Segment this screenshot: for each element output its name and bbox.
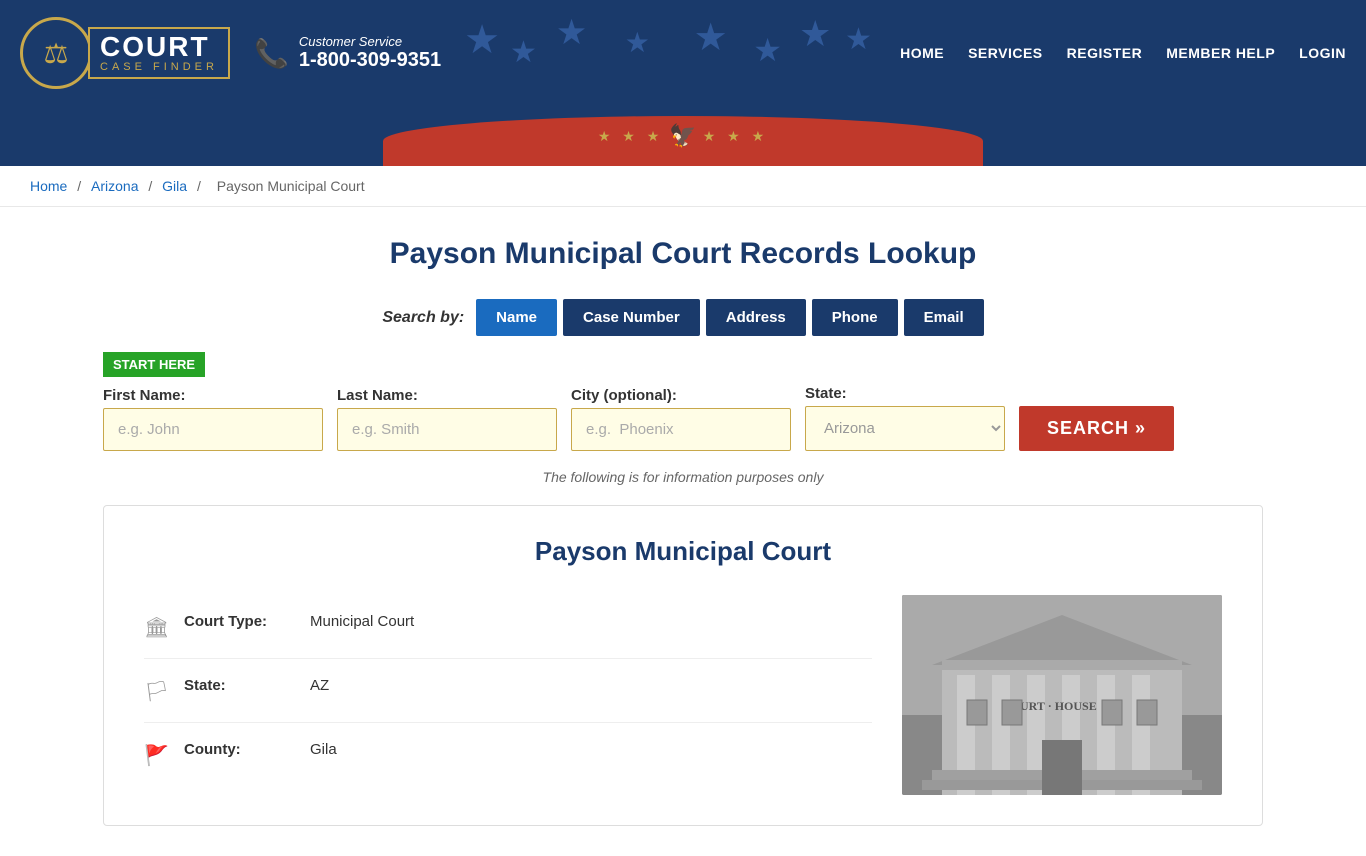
detail-row-county: 🚩 County: Gila: [144, 723, 872, 786]
cs-label: Customer Service: [299, 34, 441, 49]
court-info-body: 🏛 Court Type: Municipal Court 🏳 State: A…: [144, 595, 1222, 795]
header-decoration: ★ ★ ★ ★ ★ ★ ★ ★: [441, 8, 900, 98]
cs-phone-number[interactable]: 1-800-309-9351: [299, 49, 441, 72]
court-info-section: Payson Municipal Court 🏛 Court Type: Mun…: [103, 505, 1263, 826]
first-name-group: First Name:: [103, 387, 323, 451]
state-group: State: Alabama Alaska Arizona Arkansas C…: [805, 385, 1005, 451]
detail-row-state: 🏳 State: AZ: [144, 659, 872, 723]
breadcrumb-current: Payson Municipal Court: [217, 178, 365, 194]
logo[interactable]: ⚖ COURT CASE FINDER: [20, 17, 230, 89]
county-label: County:: [184, 741, 294, 758]
city-label: City (optional):: [571, 387, 791, 404]
star-decoration: ★: [556, 13, 587, 53]
nav-member-help[interactable]: MEMBER HELP: [1166, 45, 1275, 61]
nav-login[interactable]: LOGIN: [1299, 45, 1346, 61]
first-name-input[interactable]: [103, 408, 323, 451]
page-title: Payson Municipal Court Records Lookup: [103, 237, 1263, 271]
logo-case-finder-text: CASE FINDER: [100, 61, 218, 73]
detail-row-court-type: 🏛 Court Type: Municipal Court: [144, 595, 872, 659]
logo-court-text: COURT: [100, 33, 218, 61]
site-header: ⚖ COURT CASE FINDER 📞 Customer Service 1…: [0, 0, 1366, 106]
breadcrumb-sep-2: /: [148, 178, 156, 194]
court-image: COURT · HOUSE: [902, 595, 1222, 795]
last-name-label: Last Name:: [337, 387, 557, 404]
nav-register[interactable]: REGISTER: [1067, 45, 1143, 61]
stars-right: ★ ★ ★: [703, 128, 768, 145]
tab-case-number[interactable]: Case Number: [563, 299, 700, 336]
stars-left: ★ ★ ★: [598, 128, 663, 145]
courthouse-svg: COURT · HOUSE: [902, 595, 1222, 795]
city-group: City (optional):: [571, 387, 791, 451]
state-select[interactable]: Alabama Alaska Arizona Arkansas Californ…: [805, 406, 1005, 451]
state-detail-value: AZ: [310, 677, 329, 694]
wave-banner: ★ ★ ★ 🦅 ★ ★ ★: [0, 106, 1366, 166]
tab-address[interactable]: Address: [706, 299, 806, 336]
tab-email[interactable]: Email: [904, 299, 984, 336]
star-decoration: ★: [510, 35, 537, 70]
star-decoration: ★: [845, 22, 872, 57]
court-info-title: Payson Municipal Court: [144, 536, 1222, 567]
breadcrumb-home[interactable]: Home: [30, 178, 67, 194]
eagle-area: ★ ★ ★ 🦅 ★ ★ ★: [598, 123, 768, 159]
breadcrumb-gila[interactable]: Gila: [162, 178, 187, 194]
search-tabs-row: Search by: Name Case Number Address Phon…: [103, 299, 1263, 336]
breadcrumb-sep-1: /: [77, 178, 85, 194]
search-by-label: Search by:: [382, 309, 464, 327]
county-value: Gila: [310, 741, 337, 758]
court-type-value: Municipal Court: [310, 613, 414, 630]
phone-icon: 📞: [254, 37, 289, 70]
court-type-icon: 🏛: [144, 615, 168, 640]
star-decoration: ★: [694, 15, 728, 60]
star-decoration: ★: [799, 13, 831, 55]
tab-name[interactable]: Name: [476, 299, 557, 336]
state-icon: 🏳: [144, 679, 168, 704]
county-icon: 🚩: [144, 743, 168, 768]
court-type-label: Court Type:: [184, 613, 294, 630]
breadcrumb-sep-3: /: [197, 178, 205, 194]
star-decoration: ★: [464, 17, 500, 63]
city-input[interactable]: [571, 408, 791, 451]
search-form: First Name: Last Name: City (optional): …: [103, 385, 1263, 451]
tab-phone[interactable]: Phone: [812, 299, 898, 336]
state-label: State:: [805, 385, 1005, 402]
wave-red: ★ ★ ★ 🦅 ★ ★ ★: [383, 116, 983, 166]
nav-home[interactable]: HOME: [900, 45, 944, 61]
star-decoration: ★: [753, 31, 782, 69]
breadcrumb-arizona[interactable]: Arizona: [91, 178, 138, 194]
start-here-badge: START HERE: [103, 352, 205, 377]
info-note: The following is for information purpose…: [103, 469, 1263, 485]
star-decoration: ★: [625, 26, 650, 59]
first-name-label: First Name:: [103, 387, 323, 404]
nav-services[interactable]: SERVICES: [968, 45, 1043, 61]
logo-icon: ⚖: [20, 17, 92, 89]
court-details: 🏛 Court Type: Municipal Court 🏳 State: A…: [144, 595, 872, 795]
last-name-input[interactable]: [337, 408, 557, 451]
breadcrumb: Home / Arizona / Gila / Payson Municipal…: [0, 166, 1366, 207]
search-button[interactable]: SEARCH »: [1019, 406, 1174, 451]
customer-service: 📞 Customer Service 1-800-309-9351: [254, 34, 441, 72]
logo-text-block: COURT CASE FINDER: [88, 27, 230, 79]
state-detail-label: State:: [184, 677, 294, 694]
eagle-icon: 🦅: [669, 123, 696, 149]
last-name-group: Last Name:: [337, 387, 557, 451]
main-content: Payson Municipal Court Records Lookup Se…: [83, 207, 1283, 856]
main-nav: HOME SERVICES REGISTER MEMBER HELP LOGIN: [900, 45, 1346, 61]
